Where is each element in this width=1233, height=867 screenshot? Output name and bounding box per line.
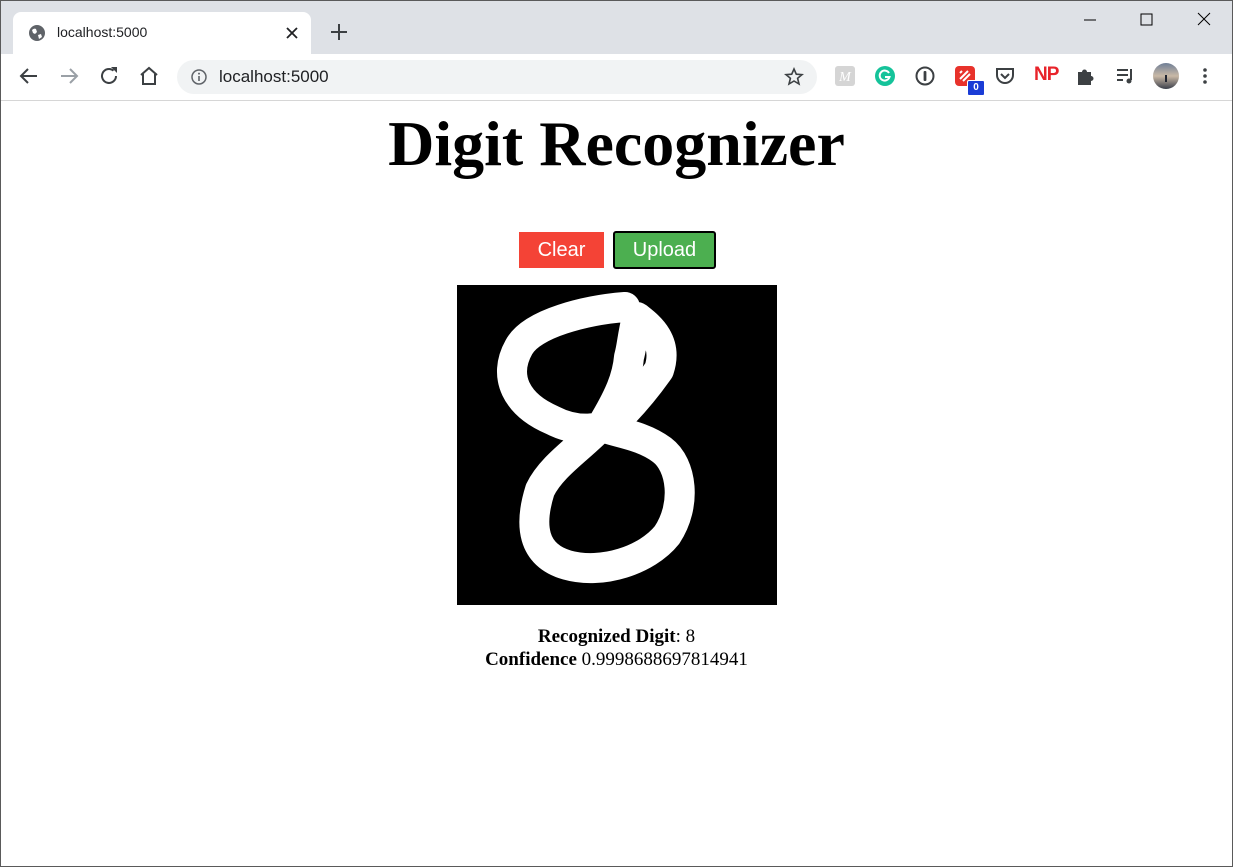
recognized-digit-label: Recognized Digit <box>537 626 676 647</box>
upload-button[interactable]: Upload <box>613 231 716 269</box>
pocket-extension-icon[interactable] <box>994 65 1016 87</box>
profile-avatar[interactable] <box>1152 62 1180 90</box>
close-tab-icon[interactable] <box>282 23 302 43</box>
recognized-digit-value: : 8 <box>675 626 696 647</box>
minimize-icon[interactable] <box>1067 9 1113 35</box>
globe-icon <box>29 25 45 41</box>
np-extension-icon[interactable]: NP <box>1034 64 1059 86</box>
new-tab-icon[interactable] <box>328 21 350 43</box>
browser-toolbar: localhost:5000 M 0 NP <box>1 54 1232 101</box>
password-manager-extension-icon[interactable] <box>914 65 936 87</box>
back-icon[interactable] <box>17 64 41 88</box>
tab-strip: localhost:5000 <box>1 1 1232 54</box>
close-window-icon[interactable] <box>1181 9 1227 35</box>
page-title: Digit Recognizer <box>388 108 845 179</box>
extension-badge: 0 <box>967 80 985 96</box>
info-icon[interactable] <box>191 69 207 85</box>
address-bar[interactable]: localhost:5000 <box>177 60 817 94</box>
confidence-label: Confidence <box>485 649 577 670</box>
home-icon[interactable] <box>137 64 161 88</box>
browser-tab[interactable]: localhost:5000 <box>13 12 311 54</box>
media-queue-icon[interactable] <box>1114 65 1136 87</box>
page-content: Digit Recognizer Clear Upload Recognized… <box>1 101 1232 866</box>
bookmark-star-icon[interactable] <box>784 67 804 87</box>
url-text[interactable]: localhost:5000 <box>219 67 329 87</box>
menu-dots-icon[interactable] <box>1195 65 1215 87</box>
reload-icon[interactable] <box>97 64 121 88</box>
recognized-digit-line: Recognized Digit: 8 <box>1 625 1232 648</box>
browser-window: localhost:5000 localhost:5000 M 0 NP Dig… <box>0 0 1233 867</box>
extensions-puzzle-icon[interactable] <box>1074 65 1096 87</box>
forward-icon[interactable] <box>57 64 81 88</box>
mendeley-extension-icon[interactable]: M <box>834 65 856 87</box>
drawing-canvas[interactable] <box>457 285 777 605</box>
confidence-line: Confidence 0.9998688697814941 <box>1 648 1232 671</box>
tab-title: localhost:5000 <box>57 24 148 40</box>
result-panel: Recognized Digit: 8 Confidence 0.9998688… <box>1 625 1232 671</box>
confidence-value: 0.9998688697814941 <box>576 649 748 670</box>
maximize-icon[interactable] <box>1123 9 1169 35</box>
grammarly-extension-icon[interactable] <box>874 65 896 87</box>
mendeley-extension-label: M <box>838 70 852 85</box>
clear-button[interactable]: Clear <box>519 232 604 268</box>
